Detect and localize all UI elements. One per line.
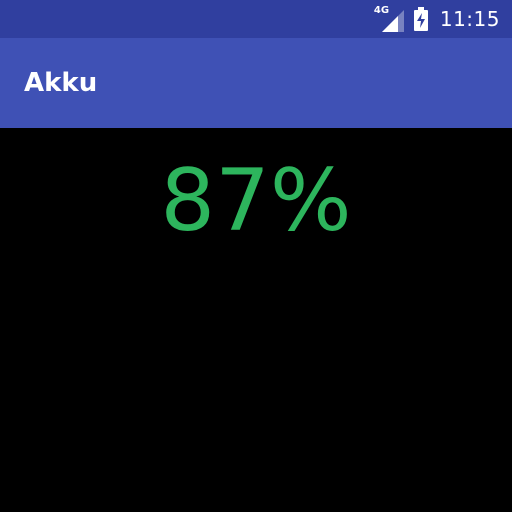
status-bar: 4G 11:15	[0, 0, 512, 38]
battery-charging-icon	[413, 7, 428, 31]
app-bar: Akku	[0, 38, 512, 128]
cell-signal-icon	[381, 10, 404, 32]
app-title: Akku	[24, 68, 98, 98]
battery-percentage: 87%	[160, 151, 352, 251]
network-indicator: 4G	[374, 5, 404, 32]
status-clock: 11:15	[439, 7, 500, 31]
